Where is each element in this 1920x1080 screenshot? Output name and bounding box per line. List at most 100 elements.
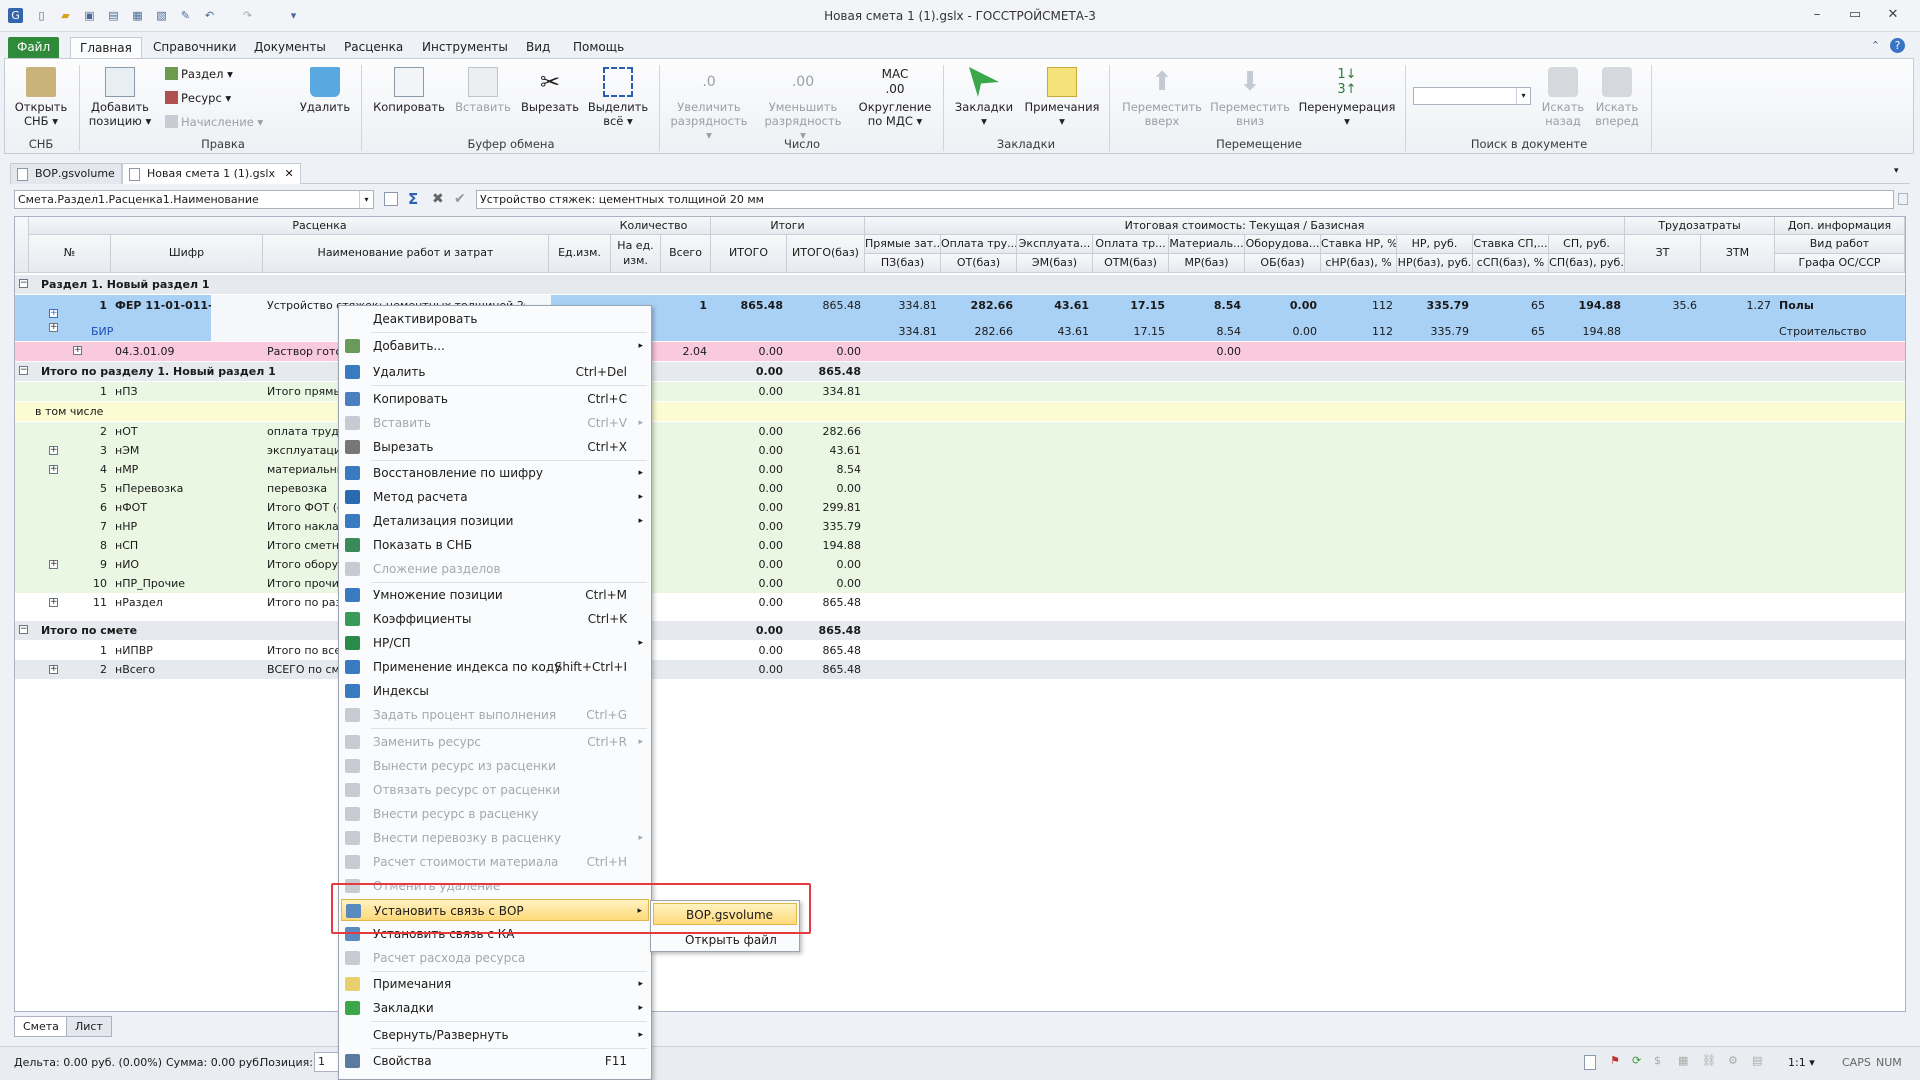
link-icon[interactable]: ⛓ [1702, 1054, 1716, 1067]
zoom-scale[interactable]: 1:1 ▾ [1788, 1056, 1815, 1069]
sum-icon[interactable]: Σ [408, 190, 418, 208]
help-icon[interactable]: ? [1890, 38, 1905, 53]
add-nachislenie-button[interactable]: Начисление ▾ [165, 113, 263, 131]
table-row[interactable]: +11 нРаздел Итого по разде 0.00 865.48 [15, 593, 1905, 612]
close-tab-icon[interactable]: ✕ [284, 167, 293, 180]
renumber-button[interactable]: 1↓ 3↑ Перенумерация ▾ [1297, 67, 1397, 128]
expand-icon[interactable]: + [73, 346, 82, 355]
add-razdel-button[interactable]: Раздел ▾ [165, 65, 233, 83]
copy-icon[interactable] [384, 192, 398, 206]
open-snb-button[interactable]: Открыть СНБ ▾ [11, 67, 71, 128]
table-row[interactable]: +3 нЭМ эксплуатация м 0.00 43.61 [15, 441, 1905, 460]
cancel-icon[interactable]: ✖ [432, 191, 444, 207]
context-item-14[interactable]: Применение индекса по коду Shift+Ctrl+I [341, 656, 649, 678]
paste-button[interactable]: Вставить [453, 67, 513, 114]
table-row[interactable]: +2 нВсего ВСЕГО по смете 0.00 865.48 [15, 660, 1905, 679]
cut-button[interactable]: ✂ Вырезать [519, 67, 581, 114]
table-row[interactable]: 8нСПИтого сметная п0.00194.88 [15, 536, 1905, 555]
money-icon[interactable]: $ [1654, 1054, 1661, 1067]
estimate-grid[interactable]: Расценка Количество Итоги Итоговая стоим… [14, 216, 1906, 1012]
expand-formula-icon[interactable] [1898, 193, 1908, 205]
context-item-30[interactable]: Свойства F11 [341, 1050, 649, 1072]
context-item-19[interactable]: Отвязать ресурс от расценки [341, 779, 649, 801]
table-row[interactable]: 10 нПР_Прочие Итого прочие з 0.00 0.00 [15, 574, 1905, 593]
context-item-10[interactable]: Сложение разделов [341, 558, 649, 580]
section-total-row[interactable]: − Итого по разделу 1. Новый раздел 1 0.0… [15, 362, 1905, 381]
context-item-20[interactable]: Внести ресурс в расценку [341, 803, 649, 825]
context-item-0[interactable]: Деактивировать [341, 308, 649, 330]
tab-references[interactable]: Справочники [144, 37, 245, 58]
table-row[interactable]: 1 нПЗ Итого прямые з 0.00 334.81 [15, 382, 1905, 401]
table-row[interactable]: 1 нИПВР Итого по всем р 0.00 865.48 [15, 641, 1905, 660]
add-position-button[interactable]: Добавить позицию ▾ [85, 67, 155, 128]
context-item-28[interactable]: Закладки ▸ [341, 997, 649, 1019]
context-item-18[interactable]: Вынести ресурс из расценки [341, 755, 649, 777]
table-row[interactable]: +9 нИО Итого оборудо 0.00 0.00 [15, 555, 1905, 574]
table-row-resource[interactable]: + 04.3.01.09 Раствор готовый 2.04 0.00 0… [15, 342, 1905, 361]
sheet-tab-smeta[interactable]: Смета [14, 1016, 68, 1037]
field-path-combo[interactable]: Смета.Раздел1.Расценка1.Наименование ▾ [14, 190, 374, 209]
collapse-ribbon-icon[interactable]: ⌃ [1868, 38, 1883, 53]
calc-icon[interactable]: ▦ [1678, 1054, 1688, 1067]
context-item-12[interactable]: Коэффициенты Ctrl+K [341, 608, 649, 630]
collapse-icon[interactable]: − [19, 366, 28, 375]
expand-icon[interactable]: + [49, 323, 58, 332]
context-item-3[interactable]: Копировать Ctrl+C [341, 388, 649, 410]
context-item-29[interactable]: Свернуть/Развернуть ▸ [341, 1024, 649, 1046]
round-mds-button[interactable]: MAC .00 Округление по МДС ▾ [855, 67, 935, 128]
estimate-total-row[interactable]: − Итого по смете 0.00 865.48 [15, 621, 1905, 640]
settings-icon[interactable]: ⚙ [1728, 1054, 1738, 1067]
search-back-button[interactable]: Искать назад [1539, 67, 1587, 128]
context-item-15[interactable]: Индексы [341, 680, 649, 702]
maximize-button[interactable]: ▭ [1840, 6, 1870, 24]
decrease-precision-button[interactable]: .00 Уменьшить разрядность ▾ [761, 67, 845, 142]
table-row[interactable]: 7 нНР Итого накладн 0.00 335.79 [15, 517, 1905, 536]
search-forward-button[interactable]: Искать вперед [1593, 67, 1641, 128]
chevron-down-icon[interactable]: ▾ [359, 191, 373, 208]
context-item-8[interactable]: Детализация позиции ▸ [341, 510, 649, 532]
in-that-number-row[interactable]: в том числе [15, 402, 1905, 421]
context-item-6[interactable]: Восстановление по шифру ▸ [341, 462, 649, 484]
table-row[interactable]: 6 нФОТ Итого ФОТ (спр 0.00 299.81 [15, 498, 1905, 517]
tab-tools[interactable]: Инструменты [413, 37, 517, 58]
tab-help[interactable]: Помощь [564, 37, 633, 58]
collapse-icon[interactable]: − [19, 279, 28, 288]
minimize-button[interactable]: – [1802, 6, 1832, 24]
select-all-button[interactable]: Выделить всё ▾ [585, 67, 651, 128]
doc-tab-smeta[interactable]: Новая смета 1 (1).gslx ✕ [122, 163, 301, 184]
table-row[interactable]: +4нМРматериальные р0.008.54 [15, 460, 1905, 479]
context-item-27[interactable]: Примечания ▸ [341, 973, 649, 995]
context-item-2[interactable]: Удалить Ctrl+Del [341, 361, 649, 383]
context-item-17[interactable]: Заменить ресурс Ctrl+R ▸ [341, 731, 649, 753]
tab-home[interactable]: Главная [70, 37, 142, 58]
context-item-22[interactable]: Расчет стоимости материала Ctrl+H [341, 851, 649, 873]
tab-documents[interactable]: Документы [245, 37, 335, 58]
page-icon[interactable] [1584, 1055, 1596, 1070]
collapse-icon[interactable]: − [19, 625, 28, 634]
tabs-menu-icon[interactable]: ▾ [1894, 166, 1899, 176]
context-item-11[interactable]: Умножение позиции Ctrl+M [341, 584, 649, 606]
context-item-5[interactable]: Вырезать Ctrl+X [341, 436, 649, 458]
move-down-button[interactable]: ⬇ Переместить вниз [1207, 67, 1293, 128]
refresh-icon[interactable]: ⟳ [1632, 1054, 1641, 1067]
bookmarks-button[interactable]: Закладки ▾ [951, 67, 1017, 128]
context-item-9[interactable]: Показать в СНБ [341, 534, 649, 556]
formula-value-input[interactable]: Устройство стяжек: цементных толщиной 20… [476, 190, 1894, 209]
book-icon[interactable]: ▤ [1752, 1054, 1762, 1067]
chevron-down-icon[interactable]: ▾ [1516, 88, 1530, 104]
position-input[interactable]: 1 [314, 1052, 340, 1072]
search-input[interactable]: ▾ [1413, 87, 1531, 105]
increase-precision-button[interactable]: .0 Увеличить разрядность ▾ [669, 67, 749, 142]
move-up-button[interactable]: ⬆ Переместить вверх [1119, 67, 1205, 128]
context-item-1[interactable]: Добавить... ▸ [341, 335, 649, 357]
context-item-7[interactable]: Метод расчета ▸ [341, 486, 649, 508]
accept-icon[interactable]: ✔ [454, 191, 466, 207]
table-row[interactable]: 2 нОТ оплата труда (0.00 282.66 [15, 422, 1905, 441]
context-item-4[interactable]: Вставить Ctrl+V ▸ [341, 412, 649, 434]
notes-button[interactable]: Примечания ▾ [1023, 67, 1101, 128]
copy-button[interactable]: Копировать [373, 67, 445, 114]
flag-icon[interactable]: ⚑ [1610, 1054, 1620, 1067]
context-item-26[interactable]: Расчет расхода ресурса [341, 947, 649, 969]
close-window-button[interactable]: ✕ [1878, 6, 1908, 24]
section-row[interactable]: − Раздел 1. Новый раздел 1 [15, 275, 1905, 294]
